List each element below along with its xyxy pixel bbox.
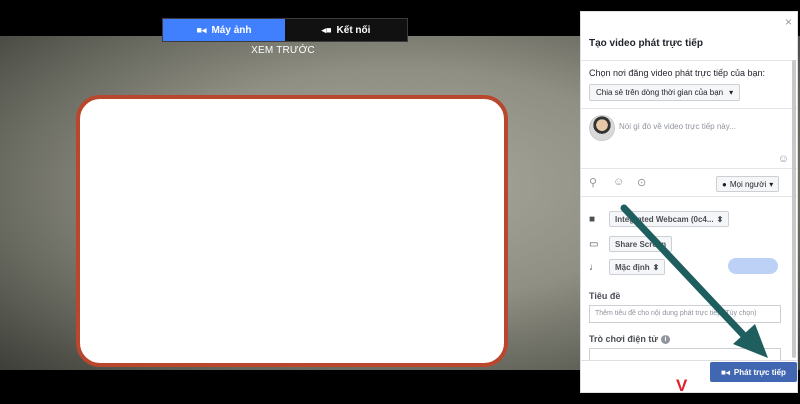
annotation-arrow bbox=[620, 204, 768, 358]
watermark-text: forum.vn bbox=[686, 376, 756, 395]
watermark-v: V bbox=[676, 376, 687, 395]
watermark-logo: Vforum.vn bbox=[676, 376, 756, 396]
